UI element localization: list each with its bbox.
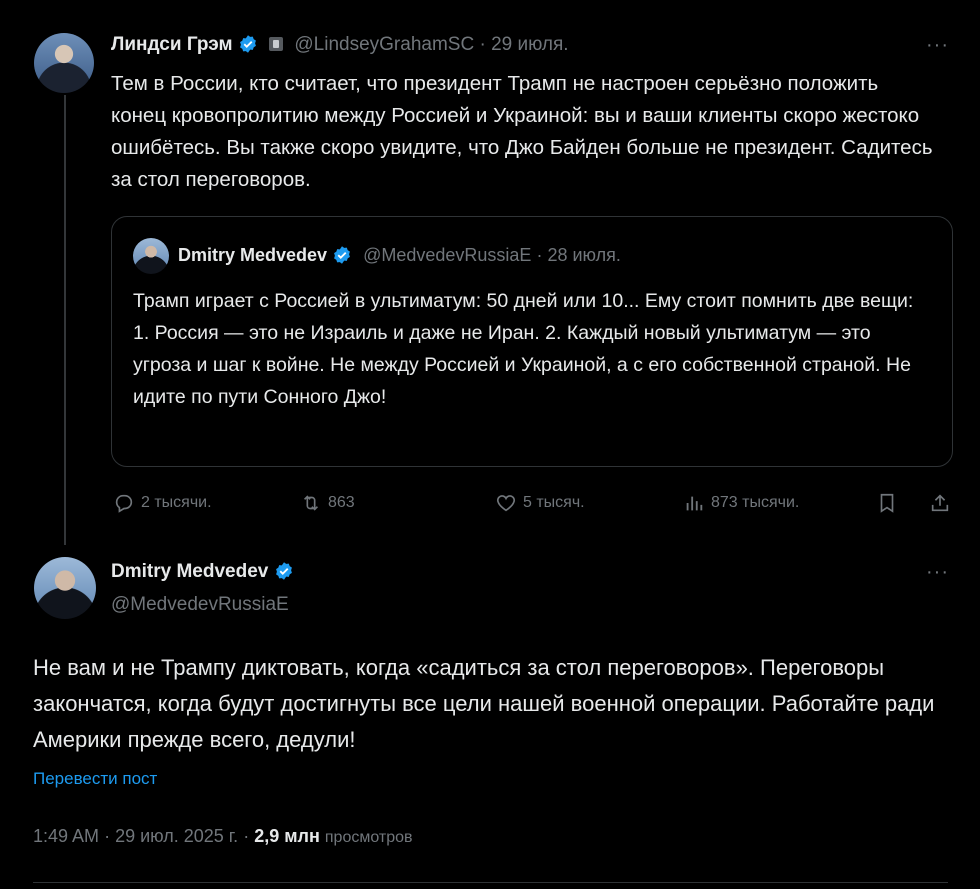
thread-line	[64, 95, 66, 545]
avatar-quoted-medvedev	[133, 238, 169, 274]
verified-badge-icon	[274, 561, 294, 581]
tweet2-author-name[interactable]: Dmitry Medvedev	[111, 561, 268, 582]
tweet2-views-label: просмотров	[324, 829, 413, 846]
tweet1-handle[interactable]: @LindseyGrahamSC	[294, 34, 474, 55]
like-count: 5 тысяч.	[523, 494, 585, 511]
views-button[interactable]: 873 тысячи.	[683, 492, 799, 514]
share-icon[interactable]	[929, 492, 951, 514]
like-button[interactable]: 5 тысяч.	[495, 492, 585, 514]
views-count: 873 тысячи.	[711, 494, 800, 511]
views-icon	[686, 496, 703, 511]
quoted-tweet-header: Dmitry Medvedev @MedvedevRussiaE · 28 ию…	[178, 245, 621, 266]
tweet1-header: Линдси Грэм @LindseyGrahamSC · 29 июля.	[111, 34, 569, 56]
divider	[33, 882, 948, 883]
tweet2-meta: 1:49 AM · 29 июл. 2025 г. · 2,9 млн прос…	[33, 826, 413, 847]
retweet-button[interactable]: 863	[300, 492, 355, 514]
tweet2-header: Dmitry Medvedev	[111, 561, 294, 583]
government-label-icon	[269, 37, 284, 51]
separator-dot: ·	[243, 826, 250, 846]
tweet1-author-name[interactable]: Линдси Грэм	[111, 34, 233, 55]
bookmark-icon[interactable]	[876, 492, 898, 514]
retweet-count: 863	[328, 494, 355, 511]
reply-icon	[115, 494, 133, 513]
verified-badge-icon	[238, 34, 258, 54]
tweet2-date[interactable]: 29 июл. 2025 г.	[115, 826, 238, 846]
separator-dot: ·	[479, 34, 486, 55]
reply-button[interactable]: 2 тысячи.	[113, 492, 212, 514]
avatar-lindsey-graham[interactable]	[34, 33, 94, 93]
like-icon	[496, 495, 516, 512]
tweet1-text: Тем в России, кто считает, что президент…	[111, 72, 933, 191]
more-icon[interactable]: ···	[926, 561, 949, 584]
quoted-tweet-text: Трамп играет с Россией в ультиматум: 50 …	[133, 290, 914, 408]
tweet2-handle[interactable]: @MedvedevRussiaE	[111, 594, 289, 616]
translate-post-link[interactable]: Перевести пост	[33, 769, 157, 789]
tweet2-text: Не вам и не Трампу диктовать, когда «сад…	[33, 655, 935, 752]
verified-badge-icon	[332, 245, 352, 265]
tweet2-time[interactable]: 1:49 AM	[33, 826, 99, 846]
reply-count: 2 тысячи.	[141, 494, 212, 511]
quoted-handle: @MedvedevRussiaE	[363, 245, 532, 265]
separator-dot: ·	[536, 245, 543, 265]
retweet-icon	[303, 495, 319, 511]
more-icon[interactable]: ···	[926, 34, 949, 57]
avatar-dmitry-medvedev[interactable]	[34, 557, 96, 619]
tweet2-views-count: 2,9 млн	[254, 826, 320, 846]
tweet1-date[interactable]: 29 июля.	[491, 34, 569, 55]
quoted-author-name: Dmitry Medvedev	[178, 245, 328, 265]
separator-dot: ·	[104, 826, 111, 846]
quoted-date: 28 июля.	[547, 245, 621, 265]
